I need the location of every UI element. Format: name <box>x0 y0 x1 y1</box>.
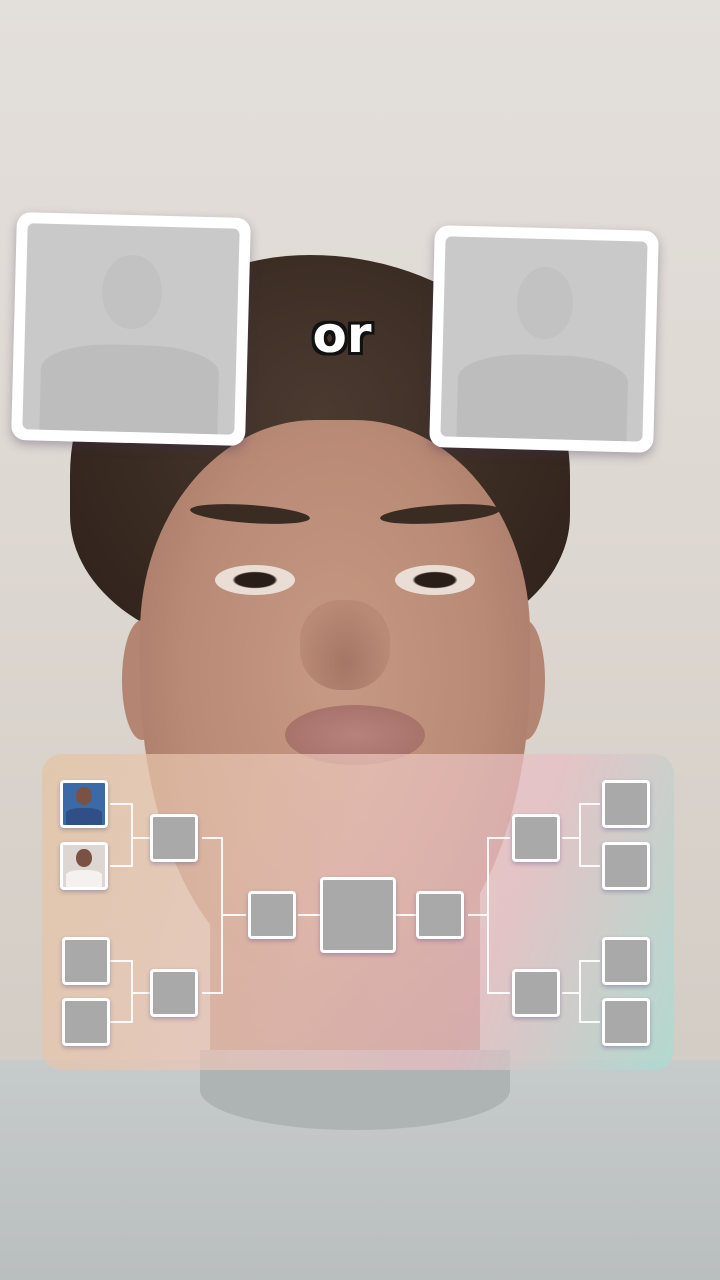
bracket-slot-left-semi <box>248 891 296 939</box>
player-jersey-icon <box>39 343 220 435</box>
bracket-slot-left-r2-1 <box>150 814 198 862</box>
bracket-slot-right-3 <box>602 937 650 985</box>
bracket-slot-left-1 <box>60 780 108 828</box>
player-photo-right <box>440 236 648 442</box>
tournament-bracket <box>42 754 674 1070</box>
camera-background <box>0 0 720 1280</box>
bracket-slot-right-r2-1 <box>512 814 560 862</box>
bracket-slot-right-2 <box>602 842 650 890</box>
eye-left <box>215 565 295 595</box>
player-photo-white-kit-icon <box>76 849 92 867</box>
choice-card-left[interactable] <box>11 211 251 447</box>
bracket-slot-right-r2-2 <box>512 969 560 1017</box>
bracket-slot-right-1 <box>602 780 650 828</box>
nose <box>300 600 390 690</box>
bracket-slot-final <box>320 877 396 953</box>
bracket-slot-left-r2-2 <box>150 969 198 1017</box>
choice-card-right[interactable] <box>429 225 659 453</box>
player-jersey-icon <box>456 352 629 442</box>
player-photo-germany-kit-icon <box>76 787 92 805</box>
bracket-slot-right-semi <box>416 891 464 939</box>
player-head-icon <box>515 266 575 340</box>
bracket-slot-left-3 <box>62 937 110 985</box>
or-separator: or <box>312 306 372 364</box>
bracket-slot-left-4 <box>62 998 110 1046</box>
bracket-slot-right-4 <box>602 998 650 1046</box>
eye-right <box>395 565 475 595</box>
player-photo-left <box>22 223 240 435</box>
player-head-icon <box>101 254 163 330</box>
bracket-slot-left-2 <box>60 842 108 890</box>
